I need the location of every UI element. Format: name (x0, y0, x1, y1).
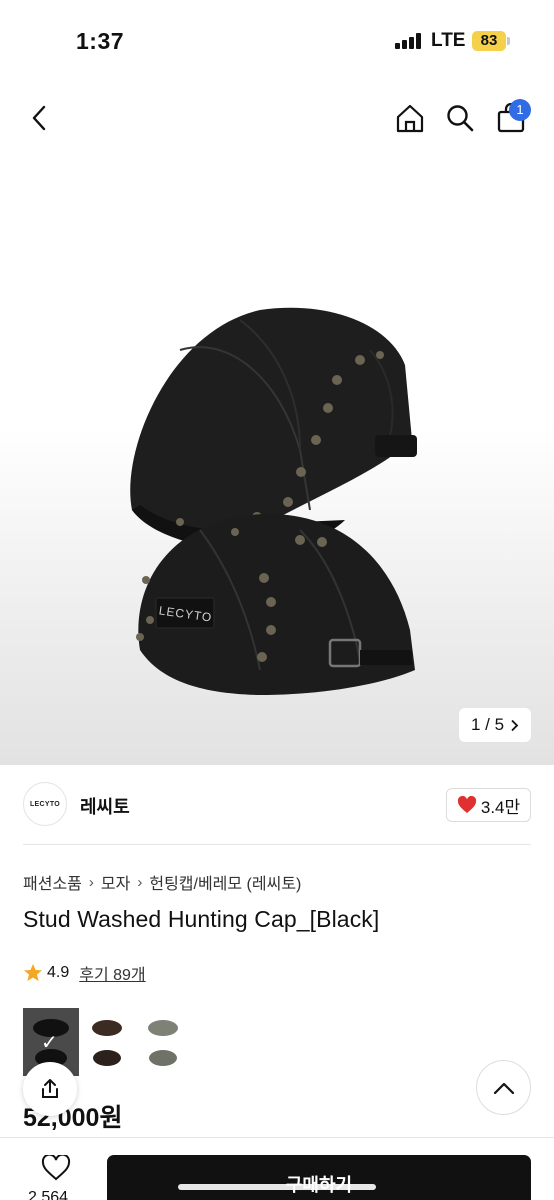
image-counter-button[interactable]: 1 / 5 (459, 708, 531, 742)
breadcrumb-item[interactable]: 패션소품 (23, 870, 82, 894)
product-image-gallery[interactable]: LECYTO (0, 150, 554, 765)
product-image: LECYTO (130, 307, 417, 695)
search-button[interactable] (440, 98, 480, 138)
section-divider (23, 844, 531, 845)
brand-logo[interactable]: LECYTO (23, 782, 67, 826)
chevron-left-icon (32, 105, 46, 131)
battery-cap (507, 37, 510, 45)
chevron-right-icon: › (88, 873, 94, 891)
wishlist-count: 2,564 (28, 1189, 69, 1200)
battery-icon: 83 (472, 31, 506, 51)
color-option-brown[interactable] (79, 1008, 135, 1076)
buy-button[interactable]: 구매하기 (107, 1155, 531, 1200)
breadcrumb-item[interactable]: 모자 (101, 870, 130, 894)
share-icon (42, 1079, 58, 1098)
chevron-right-icon (511, 719, 519, 731)
heart-outline-icon (41, 1153, 71, 1181)
home-button[interactable] (390, 98, 430, 138)
signal-icon (395, 33, 421, 49)
rating-row: 4.9 후기 89개 (23, 961, 146, 985)
color-option-gray[interactable] (135, 1008, 191, 1076)
network-label: LTE (431, 30, 466, 51)
search-icon (447, 105, 474, 132)
scroll-top-button[interactable] (476, 1060, 531, 1115)
review-count-link[interactable]: 후기 89개 (79, 961, 145, 985)
cart-count-badge: 1 (509, 99, 531, 121)
brown-cap-thumbnail (92, 1020, 122, 1066)
home-icon (396, 104, 424, 133)
breadcrumb-item[interactable]: 헌팅캡/베레모 (레씨토) (149, 870, 301, 894)
heart-filled-icon (457, 796, 476, 813)
back-button[interactable] (20, 98, 60, 138)
cap-side-view (130, 307, 417, 550)
brand-like-count: 3.4만 (480, 797, 521, 817)
status-bar: 1:37 LTE 83 (0, 0, 554, 80)
chevron-up-icon (493, 1082, 514, 1094)
image-counter-text: 1 / 5 (470, 715, 505, 734)
breadcrumb: 패션소품 › 모자 › 헌팅캡/베레모 (레씨토) (23, 870, 301, 894)
product-title: Stud Washed Hunting Cap_[Black] (23, 906, 380, 932)
star-icon (24, 964, 42, 981)
brand-row[interactable]: LECYTO 레씨토 3.4만 (0, 765, 554, 845)
brand-like-button[interactable]: 3.4만 (446, 788, 531, 822)
status-time: 1:37 (76, 28, 125, 54)
check-icon: ✓ (41, 1032, 58, 1054)
cap-rear-view: LECYTO (136, 514, 415, 695)
gray-cap-thumbnail (148, 1020, 178, 1066)
home-indicator (178, 1184, 376, 1190)
chevron-right-icon: › (137, 873, 143, 891)
rating-value: 4.9 (47, 964, 70, 981)
brand-name[interactable]: 레씨토 (80, 793, 130, 819)
share-button[interactable] (23, 1062, 77, 1116)
